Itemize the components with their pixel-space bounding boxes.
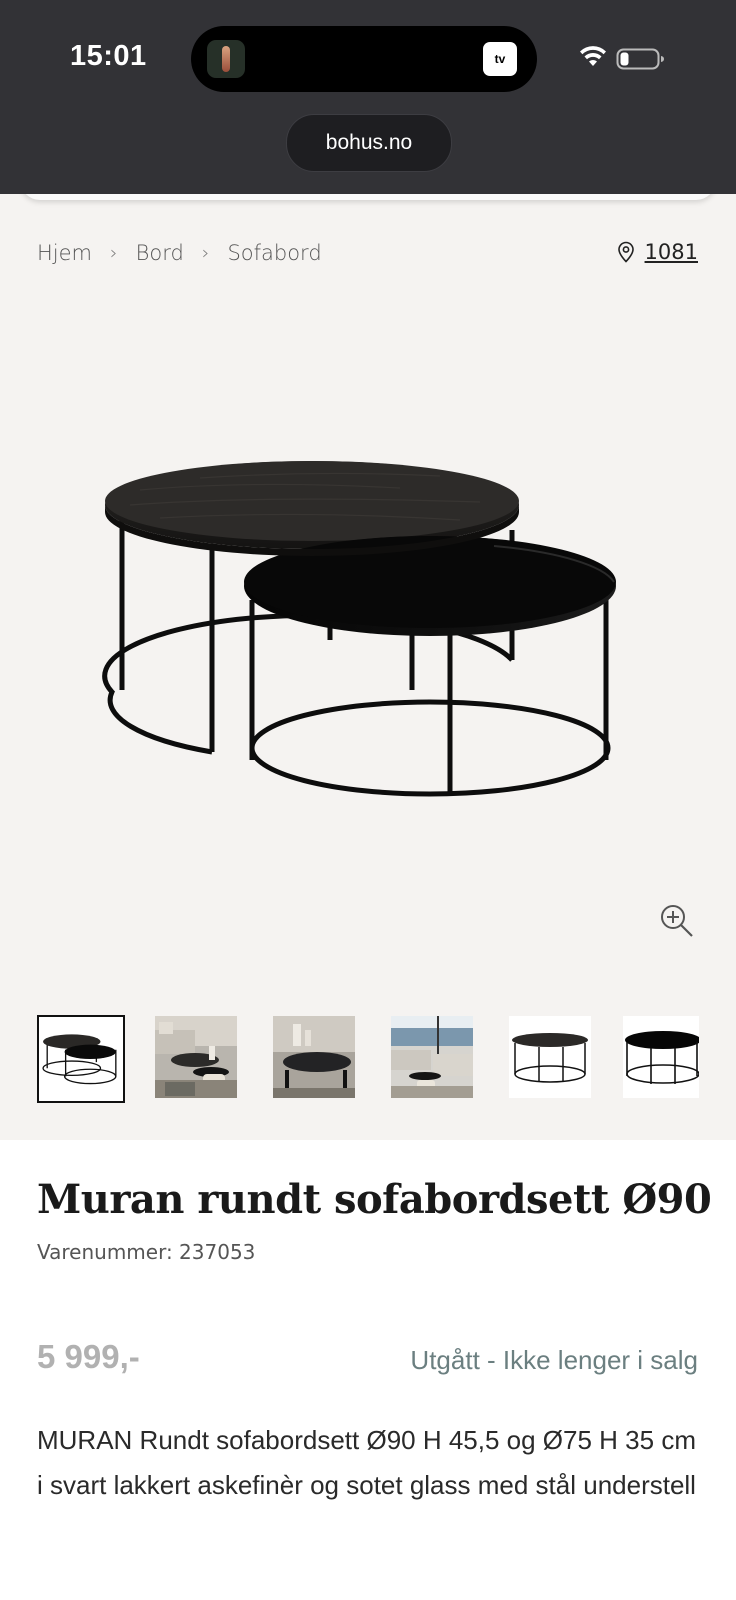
breadcrumb-separator: › xyxy=(110,242,118,264)
product-main-image[interactable] xyxy=(100,460,640,830)
thumbnail-3[interactable] xyxy=(273,1016,355,1098)
address-bar-url: bohus.no xyxy=(325,131,413,154)
battery-icon xyxy=(616,48,664,70)
breadcrumb: Hjem › Bord › Sofabord xyxy=(37,241,322,265)
store-code: 1081 xyxy=(644,240,698,264)
availability-status: Utgått - Ikke lenger i salg xyxy=(410,1345,698,1375)
breadcrumb-sofabord[interactable]: Sofabord xyxy=(227,241,321,265)
address-bar[interactable]: bohus.no xyxy=(286,114,452,172)
now-playing-artwork xyxy=(207,40,245,78)
breadcrumb-home[interactable]: Hjem xyxy=(37,241,92,265)
thumbnail-2[interactable] xyxy=(155,1016,237,1098)
zoom-in-icon[interactable] xyxy=(659,903,695,939)
thumbnail-1[interactable] xyxy=(37,1015,125,1103)
tv-label: tv xyxy=(494,52,506,66)
product-sku: Varenummer: 237053 xyxy=(37,1240,256,1264)
browser-chrome: 15:01 tv bohus.no xyxy=(0,0,736,194)
wifi-icon xyxy=(580,46,606,66)
breadcrumb-separator: › xyxy=(201,242,210,264)
product-price: 5 999,- xyxy=(37,1338,140,1375)
status-time: 15:01 xyxy=(70,40,147,72)
apple-tv-icon: tv xyxy=(483,42,517,76)
dynamic-island[interactable]: tv xyxy=(191,26,537,92)
store-selector[interactable]: 1081 xyxy=(617,240,698,264)
thumbnail-6[interactable] xyxy=(623,1016,699,1098)
breadcrumb-bord[interactable]: Bord xyxy=(136,241,184,265)
thumbnail-4[interactable] xyxy=(391,1016,473,1098)
thumbnail-strip xyxy=(37,1015,736,1104)
product-description: MURAN Rundt sofabordsett Ø90 H 45,5 og Ø… xyxy=(37,1425,696,1500)
product-title: Muran rundt sofabordsett Ø90 xyxy=(37,1176,712,1223)
location-pin-icon xyxy=(617,241,634,263)
thumbnail-5[interactable] xyxy=(509,1016,591,1098)
